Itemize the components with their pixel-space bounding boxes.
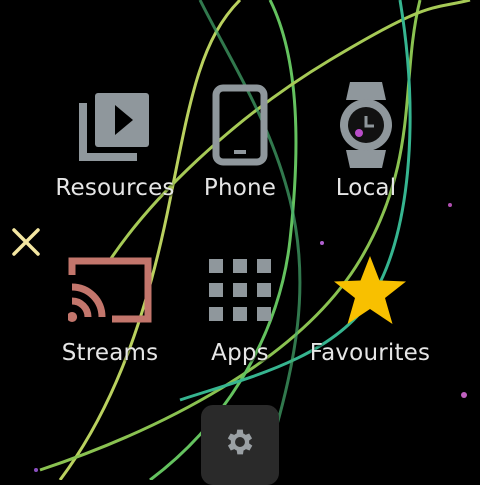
watch-icon [296, 80, 436, 170]
menu-item-streams[interactable]: Streams [40, 245, 180, 395]
apps-grid-icon [170, 245, 310, 335]
cast-icon [40, 245, 180, 335]
menu-item-apps[interactable]: Apps [170, 245, 310, 395]
menu-item-label: Favourites [309, 340, 431, 366]
close-button[interactable] [8, 224, 44, 260]
close-icon [12, 228, 40, 256]
gear-icon [227, 429, 253, 455]
menu-item-phone[interactable]: Phone [170, 80, 310, 230]
menu-item-resources[interactable]: Resources [45, 80, 185, 230]
settings-button[interactable] [201, 405, 279, 485]
star-icon [300, 245, 440, 335]
phone-icon [170, 80, 310, 170]
menu-item-favourites[interactable]: Favourites [300, 245, 440, 395]
video-library-icon [45, 80, 185, 170]
menu-item-label: Local [335, 175, 397, 201]
menu-item-local[interactable]: Local [296, 80, 436, 230]
